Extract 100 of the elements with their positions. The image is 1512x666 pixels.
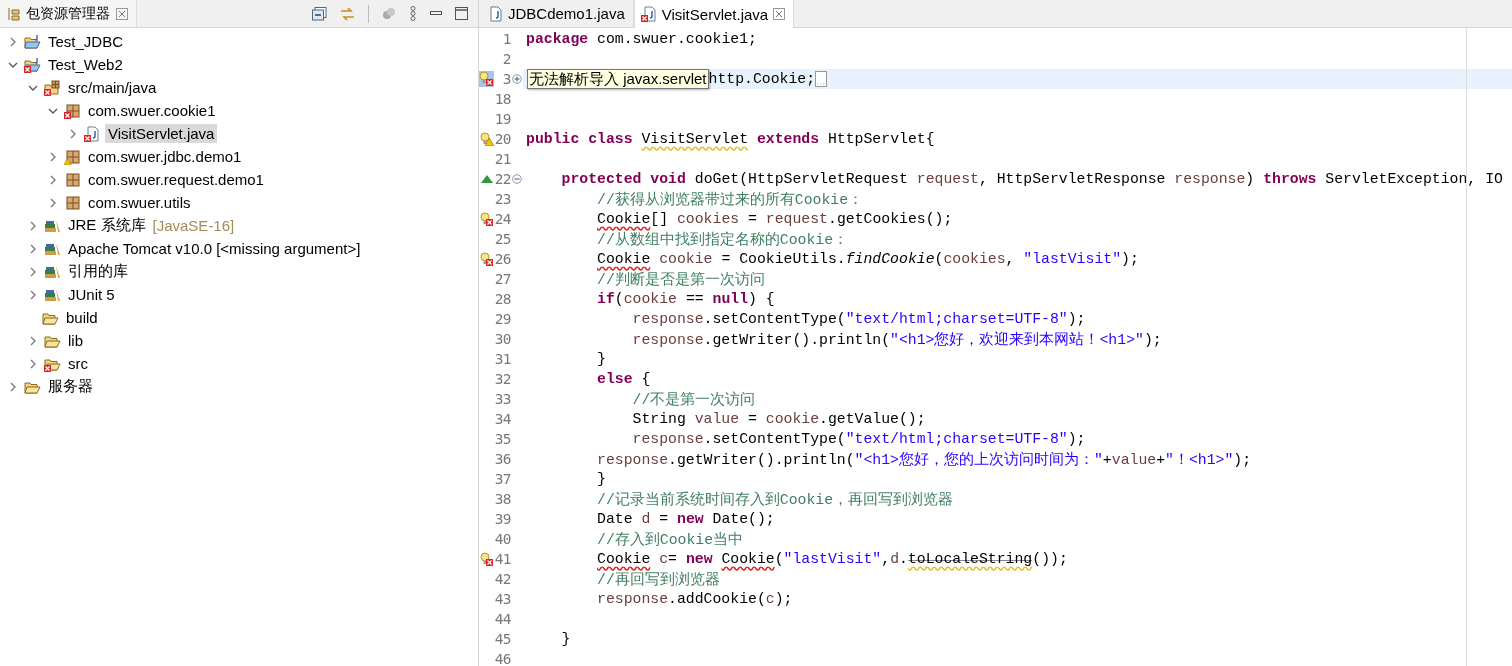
chevron-right-icon[interactable] (48, 151, 58, 162)
line-number: 22 (494, 171, 511, 187)
chevron-right-icon[interactable] (28, 335, 38, 346)
line-number: 35 (494, 431, 511, 447)
chevron-right-icon[interactable] (8, 36, 18, 47)
line-number: 28 (494, 291, 511, 307)
code-line: Cookie cookie = CookieUtils.findCookie(cookies, "lastVisit"); (596, 251, 1139, 267)
line-number: 44 (494, 611, 511, 627)
link-editor-icon[interactable] (340, 6, 355, 21)
line-number: 26 (494, 251, 511, 267)
chevron-right-icon[interactable] (28, 289, 38, 300)
view-menu-icon[interactable] (409, 6, 417, 21)
collapse-all-icon[interactable] (312, 6, 327, 21)
code-line: //记录当前系统时间存入到Cookie，再回写到浏览器 (596, 490, 954, 509)
lightbulb-error-icon[interactable] (479, 71, 494, 87)
line-number: 41 (494, 551, 511, 567)
line-number: 40 (494, 531, 511, 547)
lightbulb-error-icon[interactable] (479, 212, 494, 226)
chevron-right-icon[interactable] (28, 266, 38, 277)
chevron-right-icon[interactable] (28, 220, 38, 231)
code-line: } (560, 631, 571, 647)
maximize-icon[interactable] (455, 7, 468, 20)
tree-item[interactable]: com.swuer.utils (85, 193, 194, 212)
tree-item[interactable]: com.swuer.jdbc.demo1 (85, 147, 245, 166)
tree-item[interactable]: build (63, 308, 101, 327)
tree-item[interactable]: VisitServlet.java (105, 124, 218, 143)
code-line: //不是第一次访问 (631, 390, 756, 409)
code-line: http.Cookie; (708, 71, 816, 87)
chevron-right-icon[interactable] (48, 174, 58, 185)
code-line: public class VisitServlet extends HttpServlet{ (526, 131, 935, 147)
line-number: 33 (494, 391, 511, 407)
line-number: 24 (494, 211, 511, 227)
code-line: response.addCookie(c); (596, 591, 793, 607)
tooltip: 无法解析导入 javax.servlet (527, 69, 709, 89)
code-line: String value = cookie.getValue(); (631, 411, 926, 427)
lightbulb-warning-icon[interactable] (479, 132, 494, 146)
line-number: 2 (501, 51, 511, 67)
code-line: } (596, 351, 606, 367)
code-line: package com.swuer.cookie1; (526, 31, 757, 47)
code-line: response.getWriter().println("<h1>您好，欢迎来到本网站！<h1>"); (631, 330, 1162, 349)
tree-item[interactable]: src/main/java (65, 78, 160, 97)
expand-icon[interactable] (512, 74, 522, 84)
chevron-right-icon[interactable] (48, 197, 58, 208)
tree-item-detail: [JavaSE-16] (152, 217, 235, 234)
tree-item[interactable]: src (65, 354, 91, 373)
chevron-right-icon[interactable] (68, 128, 78, 139)
chevron-right-icon[interactable] (8, 381, 18, 392)
code-line: //存入到Cookie当中 (596, 530, 744, 549)
override-triangle-icon[interactable] (480, 175, 493, 183)
line-number: 25 (494, 231, 511, 247)
line-number: 21 (494, 151, 511, 167)
line-number: 30 (494, 331, 511, 347)
code-line: response.setContentType("text/html;charset=UTF-8"); (631, 431, 1086, 447)
editor-tab[interactable]: VisitServlet.java (633, 0, 795, 28)
line-number: 18 (494, 91, 511, 107)
tree-item[interactable]: 服务器 (45, 376, 96, 397)
close-icon[interactable] (773, 8, 786, 20)
line-number: 37 (494, 471, 511, 487)
code-line: //获得从浏览器带过来的所有Cookie： (596, 190, 864, 209)
editor-tab[interactable]: JDBCdemo1.java (481, 0, 634, 27)
code-line: Cookie[] cookies = request.getCookies(); (596, 211, 953, 227)
line-number: 46 (494, 651, 511, 666)
tree-item[interactable]: com.swuer.cookie1 (85, 101, 219, 120)
tree-item[interactable]: lib (65, 331, 86, 350)
code-line: //从数组中找到指定名称的Cookie： (596, 230, 849, 249)
line-number: 42 (494, 571, 511, 587)
code-line: Date d = new Date(); (596, 511, 775, 527)
tree-item[interactable]: Apache Tomcat v10.0 [<missing argument>] (65, 239, 364, 258)
close-icon[interactable] (116, 7, 128, 20)
lightbulb-error-icon[interactable] (479, 252, 494, 266)
tree-item[interactable]: Test_JDBC (45, 32, 127, 51)
tree-item[interactable]: JRE 系统库 (65, 215, 149, 236)
line-number: 1 (501, 31, 511, 47)
line-number: 31 (494, 351, 511, 367)
chevron-right-icon[interactable] (28, 243, 38, 254)
chevron-right-icon[interactable] (28, 358, 38, 369)
line-number: 34 (494, 411, 511, 427)
tree-item[interactable]: com.swuer.request.demo1 (85, 170, 267, 189)
line-number: 38 (494, 491, 511, 507)
folded-code-icon[interactable] (815, 71, 828, 87)
code-line: else { (596, 371, 651, 387)
code-line: if(cookie == null) { (596, 291, 775, 307)
line-number: 20 (494, 131, 511, 147)
line-number: 45 (494, 631, 511, 647)
line-number: 23 (494, 191, 511, 207)
lightbulb-error-icon[interactable] (479, 552, 494, 566)
line-number: 29 (494, 311, 511, 327)
collapse-icon[interactable] (512, 174, 522, 184)
code-line: response.setContentType("text/html;charset=UTF-8"); (631, 311, 1086, 327)
explorer-icon (8, 6, 20, 21)
tree-item[interactable]: JUnit 5 (65, 285, 118, 304)
line-number: 39 (494, 511, 511, 527)
tree-item[interactable]: Test_Web2 (45, 55, 126, 74)
line-number: 43 (494, 591, 511, 607)
code-line: response.getWriter().println("<h1>您好，您的上次访问时间为："+value+"！<h1>"); (596, 450, 1252, 469)
line-number: 36 (494, 451, 511, 467)
line-number: 19 (494, 111, 511, 127)
code-line: //判断是否是第一次访问 (596, 270, 765, 289)
line-number: 32 (494, 371, 511, 387)
tree-item[interactable]: 引用的库 (65, 261, 131, 282)
